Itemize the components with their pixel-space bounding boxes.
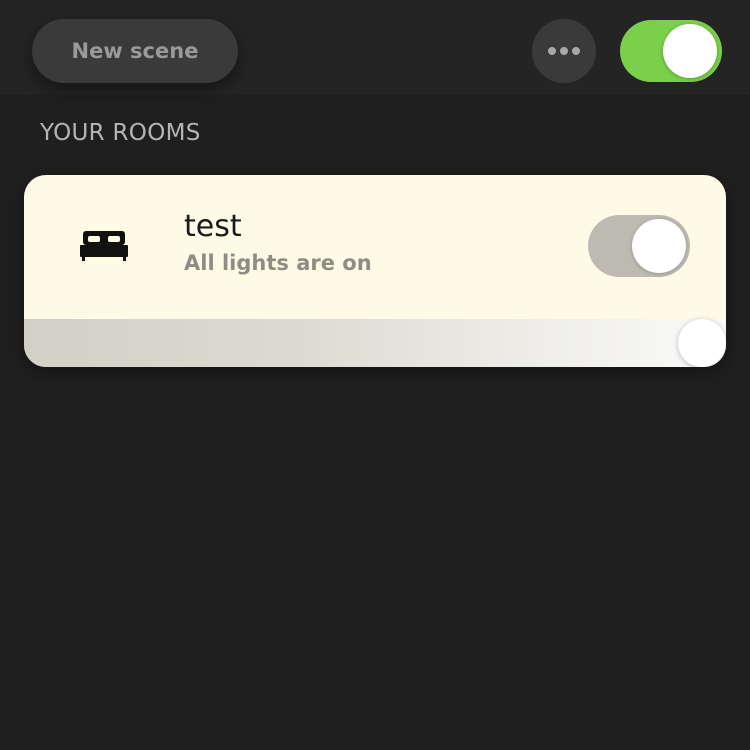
more-options-button[interactable]	[532, 19, 596, 83]
room-status: All lights are on	[184, 251, 372, 275]
section-title: YOUR ROOMS	[40, 120, 201, 146]
top-bar: New scene	[0, 0, 750, 95]
room-card[interactable]: test All lights are on	[24, 175, 726, 367]
room-name: test	[184, 209, 242, 244]
brightness-slider[interactable]	[24, 319, 726, 367]
more-horizontal-icon-dot	[560, 47, 568, 55]
new-scene-label: New scene	[71, 39, 199, 63]
all-lights-toggle[interactable]	[620, 20, 722, 82]
brightness-fill	[24, 319, 702, 367]
toggle-knob	[663, 24, 717, 78]
brightness-slider-thumb[interactable]	[678, 319, 726, 367]
room-toggle[interactable]	[588, 215, 690, 277]
bed-icon	[80, 231, 128, 261]
more-horizontal-icon-dot	[572, 47, 580, 55]
new-scene-button[interactable]: New scene	[32, 19, 238, 83]
more-horizontal-icon-dot	[548, 47, 556, 55]
toggle-knob	[632, 219, 686, 273]
